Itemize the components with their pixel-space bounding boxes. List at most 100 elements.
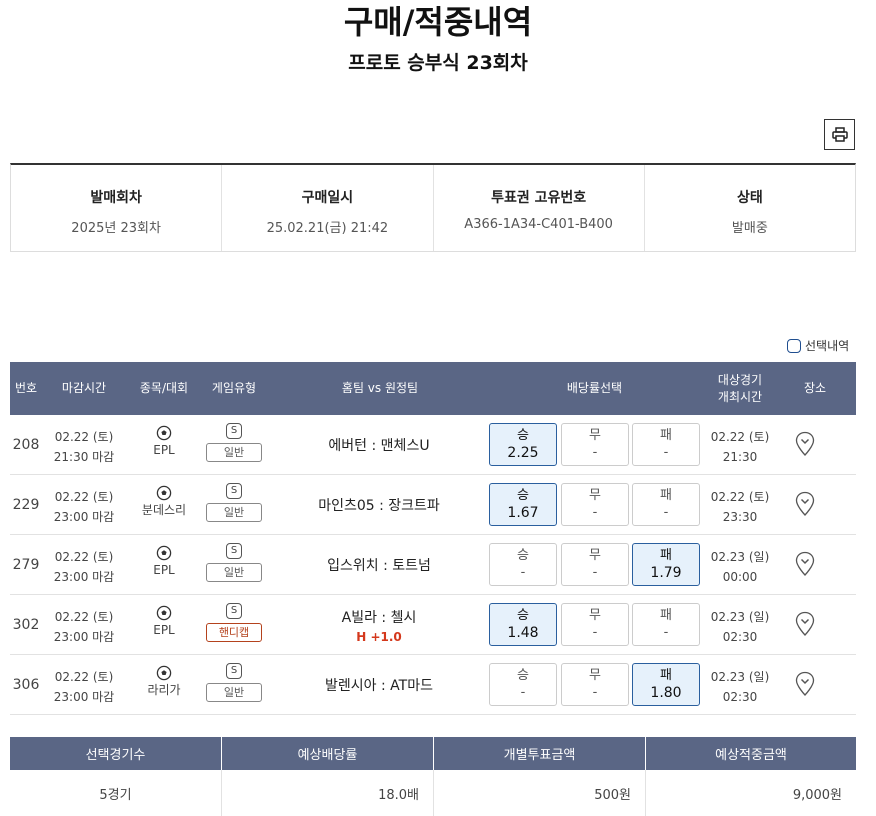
summary-table: 선택경기수 예상배당률 개별투표금액 예상적중금액 5경기 18.0배 500원… <box>10 737 856 816</box>
teams-label: 발렌시아 : AT마드 <box>325 678 433 694</box>
venue-button[interactable] <box>795 551 815 580</box>
th-num: 번호 <box>14 381 38 395</box>
game-time: 02:30 <box>722 690 758 704</box>
odds-lose-button[interactable]: 패- <box>632 483 700 526</box>
venue-button[interactable] <box>795 611 815 640</box>
odds-draw-value: - <box>592 685 598 700</box>
deadline: 02.22 (토) 21:30 마감 <box>50 427 118 467</box>
game-type: S 일반 <box>206 483 262 522</box>
game-number: 279 <box>12 557 40 573</box>
odds-draw-label: 무 <box>589 428 601 443</box>
odds-win-value: - <box>520 685 526 700</box>
deadline: 02.22 (토) 23:00 마감 <box>50 547 118 587</box>
game-type-tag: 일반 <box>206 563 262 582</box>
deadline-time: 23:00 마감 <box>53 630 115 644</box>
odds-win-label: 승 <box>517 488 529 503</box>
game-date: 02.23 (일) <box>710 550 770 564</box>
handicap-value: H +1.0 <box>356 629 402 644</box>
teams-label: 입스위치 : 토트넘 <box>327 558 431 574</box>
info-value: A366-1A34-C401-B400 <box>464 217 613 232</box>
odds-draw-button[interactable]: 무- <box>561 543 629 586</box>
soccer-ball-icon <box>156 425 172 441</box>
odds-win-button[interactable]: 승- <box>489 663 557 706</box>
game-date: 02.22 (토) <box>710 490 770 504</box>
game-time: 21:30 <box>722 450 758 464</box>
game-type: S 일반 <box>206 543 262 582</box>
purchase-info-table: 발매회차 2025년 23회차 구매일시 25.02.21(금) 21:42 투… <box>10 163 856 252</box>
odds-lose-button[interactable]: 패- <box>632 423 700 466</box>
info-header: 투표권 고유번호 <box>491 190 587 206</box>
odds-draw-label: 무 <box>589 488 601 503</box>
game-datetime: 02.23 (일) 02:30 <box>704 607 776 647</box>
game-type-tag: 일반 <box>206 503 262 522</box>
odds-lose-label: 패 <box>660 548 672 563</box>
odds-lose-button[interactable]: 패 1.80 <box>632 663 700 706</box>
odds-win-label: 승 <box>517 668 529 683</box>
game-type: S 일반 <box>206 663 262 702</box>
odds-lose-value: - <box>663 505 669 520</box>
game-type-tag: 일반 <box>206 443 262 462</box>
odds-win-label: 승 <box>517 548 529 563</box>
odds-win-value: 2.25 <box>507 445 539 461</box>
info-value: 발매중 <box>731 221 768 236</box>
info-purchase-date: 구매일시 25.02.21(금) 21:42 <box>222 165 434 251</box>
odds-lose-value: 1.79 <box>650 565 682 581</box>
summary-payout-value: 9,000원 <box>792 787 842 803</box>
game-datetime: 02.22 (토) 21:30 <box>704 427 776 467</box>
soccer-type-icon: S <box>226 663 242 679</box>
sport-league: 라리가 <box>136 665 192 699</box>
page-subtitle: 프로토 승부식 23회차 <box>348 52 528 74</box>
odds-draw-value: - <box>592 505 598 520</box>
odds-lose-value: - <box>663 445 669 460</box>
deadline-date: 02.22 (토) <box>54 610 114 624</box>
sport-league: 분데스리 <box>136 485 192 519</box>
teams-matchup: 입스위치 : 토트넘 <box>268 535 490 595</box>
odds-draw-value: - <box>592 565 598 580</box>
game-number: 208 <box>12 437 40 453</box>
deadline-date: 02.22 (토) <box>54 670 114 684</box>
th-venue: 장소 <box>803 381 827 395</box>
summary-header-payout: 예상적중금액 <box>646 737 856 770</box>
odds-draw-button[interactable]: 무- <box>561 423 629 466</box>
odds-lose-button[interactable]: 패- <box>632 603 700 646</box>
summary-header-odds: 예상배당률 <box>222 737 433 770</box>
summary-header-games: 선택경기수 <box>10 737 221 770</box>
teams-label: 마인츠05 : 장크트파 <box>318 498 440 514</box>
table-row: 229 02.22 (토) 23:00 마감 분데스리 S 일반 마인츠05 : 장크트파 승… <box>10 475 856 535</box>
odds-lose-button[interactable]: 패 1.79 <box>632 543 700 586</box>
odds-win-value: - <box>520 565 526 580</box>
map-pin-icon <box>795 671 815 696</box>
games-table-header: 번호 마감시간 종목/대회 게임유형 홈팀 vs 원정팀 배당률선택 대상경기 … <box>10 362 856 415</box>
deadline-time: 23:00 마감 <box>53 510 115 524</box>
th-teams: 홈팀 vs 원정팀 <box>341 381 419 395</box>
odds-lose-label: 패 <box>660 608 672 623</box>
game-datetime: 02.23 (일) 00:00 <box>704 547 776 587</box>
sport-league: EPL <box>136 545 192 579</box>
teams-label: A빌라 : 첼시 <box>341 609 417 626</box>
odds-win-button[interactable]: 승 1.67 <box>489 483 557 526</box>
info-header: 구매일시 <box>301 190 354 206</box>
odds-draw-button[interactable]: 무- <box>561 663 629 706</box>
odds-lose-label: 패 <box>660 488 672 503</box>
th-game-type: 게임유형 <box>211 381 257 395</box>
odds-win-button[interactable]: 승- <box>489 543 557 586</box>
odds-win-value: 1.67 <box>507 505 539 521</box>
summary-games-value: 5경기 <box>10 770 222 816</box>
venue-button[interactable] <box>795 491 815 520</box>
game-type: S 일반 <box>206 423 262 462</box>
odds-draw-label: 무 <box>589 668 601 683</box>
odds-draw-button[interactable]: 무- <box>561 483 629 526</box>
odds-win-button[interactable]: 승 2.25 <box>489 423 557 466</box>
odds-draw-button[interactable]: 무- <box>561 603 629 646</box>
th-game-datetime-line2: 개최시간 <box>717 389 763 404</box>
venue-button[interactable] <box>795 671 815 700</box>
th-game-datetime-line1: 대상경기 <box>717 372 763 387</box>
table-row: 279 02.22 (토) 23:00 마감 EPL S 일반 입스위치 : 토트넘 승 - 무 -… <box>10 535 856 595</box>
odds-win-button[interactable]: 승 1.48 <box>489 603 557 646</box>
selected-legend-label: 선택내역 <box>805 339 850 353</box>
teams-label: 에버턴 : 맨체스U <box>328 438 430 454</box>
map-pin-icon <box>795 491 815 516</box>
venue-button[interactable] <box>795 431 815 460</box>
info-ticket-id: 투표권 고유번호 A366-1A34-C401-B400 <box>434 165 645 251</box>
print-button[interactable] <box>824 119 855 150</box>
